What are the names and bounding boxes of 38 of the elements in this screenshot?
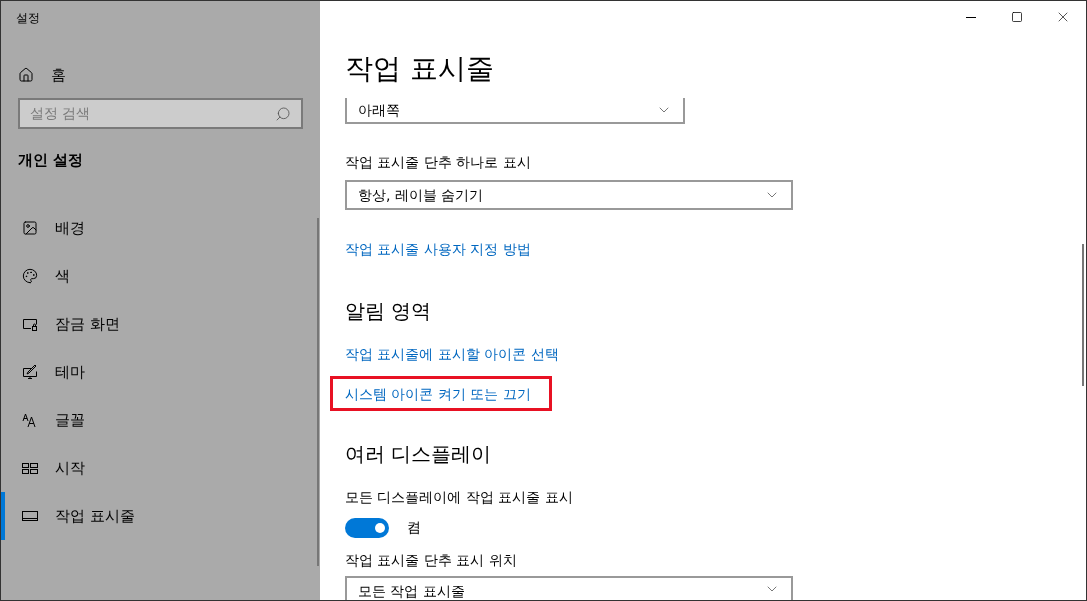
- monitor-brush-icon: [22, 364, 38, 380]
- section-heading: 여러 디스플레이: [345, 441, 493, 468]
- toggle-switch[interactable]: [345, 517, 389, 538]
- font-size-icon: [22, 412, 38, 428]
- nav-item[interactable]: 글꼴: [1, 396, 320, 444]
- nav-item[interactable]: 색: [1, 252, 320, 300]
- link[interactable]: 시스템 아이콘 켜기 또는 끄기: [330, 376, 552, 411]
- maximize-icon: [1011, 11, 1023, 23]
- minimize-icon: [966, 16, 976, 18]
- lock-screen-icon: [22, 316, 38, 332]
- setting-label: 작업 표시줄 단추 하나로 표시: [345, 153, 532, 172]
- page-title: 작업 표시줄: [345, 51, 495, 87]
- link[interactable]: 작업 표시줄 사용자 지정 방법: [345, 239, 531, 259]
- dropdown[interactable]: 항상, 레이블 숨기기: [345, 180, 793, 210]
- tiles-icon: [22, 460, 38, 476]
- nav-item[interactable]: 시작: [1, 444, 320, 492]
- palette-icon: [22, 268, 38, 284]
- taskbar-icon: [22, 508, 38, 524]
- dropdown[interactable]: 아래쪽: [345, 98, 685, 124]
- search-input[interactable]: 설정 검색: [30, 103, 275, 124]
- section-heading: 알림 영역: [345, 298, 433, 325]
- nav-item[interactable]: 배경: [1, 204, 320, 252]
- toggle-state: 켬: [407, 518, 421, 537]
- scrollbar[interactable]: [317, 218, 319, 566]
- setting-label: 작업 표시줄 단추 표시 위치: [345, 551, 518, 570]
- home-nav-item[interactable]: 홈: [1, 65, 320, 85]
- search-field[interactable]: 설정 검색: [18, 98, 303, 129]
- nav-item[interactable]: 테마: [1, 348, 320, 396]
- setting-label: 모든 디스플레이에 작업 표시줄 표시: [345, 488, 574, 507]
- dropdown[interactable]: 모든 작업 표시줄: [345, 576, 793, 600]
- scrollbar[interactable]: [1082, 244, 1084, 386]
- group-heading: 개인 설정: [17, 150, 85, 170]
- window-title: 설정: [15, 10, 41, 26]
- home-icon: [18, 67, 34, 83]
- nav-item[interactable]: 잠금 화면: [1, 300, 320, 348]
- link[interactable]: 작업 표시줄에 표시할 아이콘 선택: [345, 344, 559, 364]
- search-icon: [275, 105, 291, 122]
- picture-icon: [22, 220, 38, 236]
